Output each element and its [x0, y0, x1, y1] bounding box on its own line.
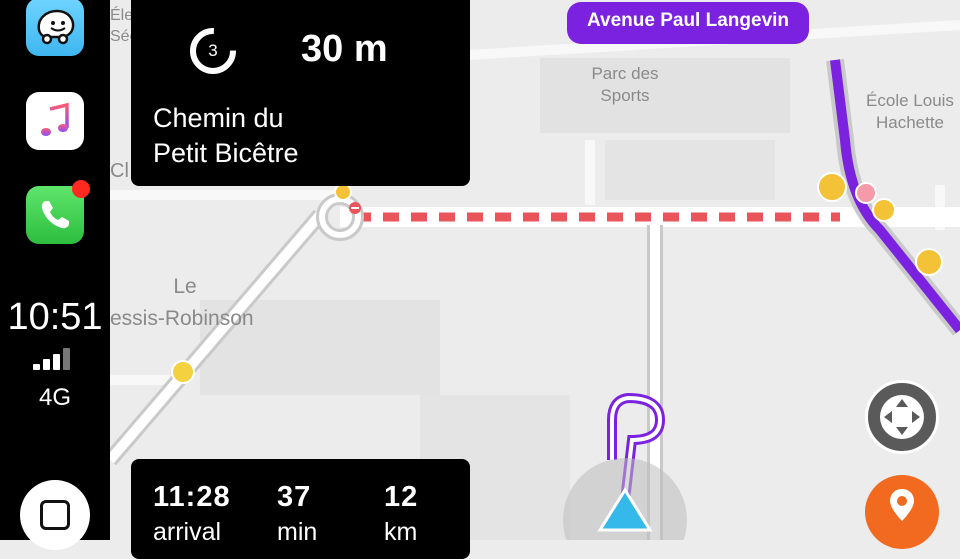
phone-app-button[interactable]: [26, 180, 90, 244]
map-label-plessis-robinson: essis-Robinson: [110, 307, 254, 330]
arrival-time: 11:28: [153, 481, 231, 513]
music-app-button[interactable]: [26, 92, 84, 150]
home-square-icon: [40, 500, 70, 530]
map-label-le: Le: [173, 275, 197, 298]
waze-app-button[interactable]: [26, 0, 84, 56]
pan-control-button[interactable]: [865, 380, 939, 454]
roundabout-exit-number: 3: [208, 41, 218, 60]
arrival-info: 11:28 arrival: [153, 481, 231, 547]
signal-strength-icon: [33, 348, 77, 370]
music-icon: [41, 102, 69, 136]
carplay-sidebar: 10:51 4G: [0, 0, 110, 550]
waze-icon: [37, 9, 75, 45]
arrival-label: arrival: [153, 518, 222, 546]
phone-icon: [41, 201, 69, 229]
distance-value: 12: [384, 481, 419, 513]
duration-label: min: [277, 518, 318, 546]
pan-arrows-icon: [880, 395, 924, 439]
turn-street-line-1: Chemin du: [153, 103, 284, 133]
map-label-top-left: Éle Séc: [110, 7, 138, 45]
clock: 10:51: [7, 296, 103, 338]
notification-badge: [72, 180, 90, 198]
location-pin-icon: [890, 489, 914, 521]
turn-instruction-card[interactable]: 3 30 m Chemin du Petit Bicêtre: [131, 0, 470, 186]
map-label-ecole: École Louis Hachette: [866, 91, 954, 132]
distance-label: km: [384, 518, 418, 546]
current-street-bubble: Avenue Paul Langevin: [567, 2, 810, 44]
turn-street-line-2: Petit Bicêtre: [153, 138, 299, 168]
network-type: 4G: [38, 384, 71, 411]
eta-card[interactable]: 11:28 arrival 37 min 12 km: [131, 459, 470, 559]
report-button[interactable]: [865, 475, 939, 549]
turn-distance: 30 m: [301, 28, 388, 70]
duration-value: 37: [277, 481, 312, 513]
map-label-parc-des-sports: Parc des Sports: [591, 64, 659, 105]
distance-info: 12 km: [384, 481, 418, 547]
duration-info: 37 min: [277, 481, 317, 547]
